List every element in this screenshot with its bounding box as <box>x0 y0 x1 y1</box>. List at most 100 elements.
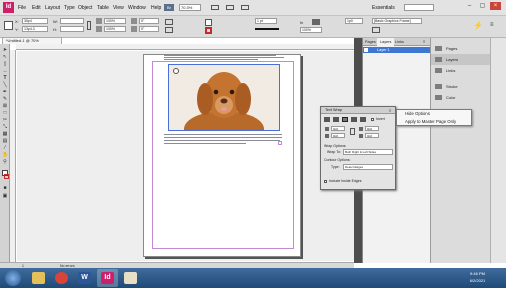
line-tool-icon[interactable]: ╲ <box>2 83 8 88</box>
free-transform-tool-icon[interactable]: ⤡ <box>2 125 8 130</box>
fill-swatch-icon[interactable] <box>205 19 212 26</box>
eyedropper-tool-icon[interactable]: ⁄ <box>2 146 8 151</box>
pen-tool-icon[interactable]: ✒ <box>2 90 8 95</box>
note-tool-icon[interactable]: ▤ <box>2 139 8 144</box>
document-tab[interactable]: *Untitled-1 @ 70% <box>2 37 62 44</box>
direct-selection-tool-icon[interactable]: ↖ <box>2 55 8 60</box>
jump-object-icon[interactable] <box>351 117 357 122</box>
rotate-field[interactable]: 0° <box>139 18 159 24</box>
scale-y-field[interactable]: 100% <box>104 26 126 32</box>
tab-links[interactable]: Links <box>395 39 404 45</box>
panel-menu-icon[interactable]: ≡ <box>490 21 496 29</box>
lightning-icon[interactable]: ⚡ <box>473 21 483 30</box>
include-inside-edges-checkbox[interactable] <box>324 180 327 183</box>
inset-field[interactable]: 1p0 <box>345 18 363 24</box>
object-style-dropdown[interactable]: [Basic Graphics Frame] <box>372 18 422 24</box>
maximize-button[interactable]: ▢ <box>477 2 488 10</box>
invert-checkbox[interactable] <box>371 118 374 121</box>
menu-type[interactable]: Type <box>64 5 75 11</box>
scissors-tool-icon[interactable]: ✂ <box>2 118 8 123</box>
rectangle-tool-icon[interactable]: □ <box>2 111 8 116</box>
taskbar-word[interactable]: W <box>74 269 95 287</box>
eye-icon[interactable] <box>364 48 368 52</box>
zoom-level[interactable]: 70.3% <box>179 4 201 11</box>
fit-content-icon[interactable] <box>372 27 380 33</box>
text-frame-outport[interactable] <box>278 141 282 145</box>
taskbar-chrome[interactable] <box>51 269 72 287</box>
menu-edit[interactable]: Edit <box>32 5 41 11</box>
tab-pages[interactable]: Pages <box>365 39 376 45</box>
zoom-tool-icon[interactable]: ⚲ <box>2 160 8 165</box>
x-field[interactable]: 35p4 <box>22 18 48 24</box>
jump-next-column-icon[interactable] <box>360 117 366 122</box>
w-field[interactable] <box>60 18 84 24</box>
panel-button-pages[interactable]: Pages <box>431 43 491 54</box>
pencil-tool-icon[interactable]: ✎ <box>2 97 8 102</box>
link-offsets-icon[interactable] <box>350 128 355 135</box>
opacity-field[interactable]: 100% <box>300 27 322 33</box>
selection-tool-icon[interactable]: ➤ <box>2 48 8 53</box>
stroke-type-line[interactable] <box>255 28 279 30</box>
bridge-button[interactable]: Br <box>164 4 174 11</box>
arrange-documents-icon[interactable] <box>241 5 249 10</box>
menu-layout[interactable]: Layout <box>45 5 60 11</box>
reference-point-icon[interactable] <box>4 21 13 30</box>
type-tool-icon[interactable]: T <box>2 76 8 81</box>
right-offset-field[interactable]: 0p0 <box>365 133 379 138</box>
panel-button-stroke[interactable]: Stroke <box>431 81 491 92</box>
text-wrap-title[interactable]: Text Wrap <box>321 107 395 114</box>
page-tool-icon[interactable]: ▯ <box>2 62 8 67</box>
shear-field[interactable]: 0° <box>139 26 159 32</box>
panel-menu-button[interactable]: ≡ <box>389 108 391 113</box>
scale-x-field[interactable]: 100% <box>104 18 126 24</box>
tab-layers[interactable]: Layers <box>377 38 395 46</box>
constrain-proportions-icon[interactable] <box>87 21 91 30</box>
menu-item-hide-options[interactable]: Hide Options <box>397 110 471 118</box>
start-button[interactable] <box>5 270 21 286</box>
menu-view[interactable]: View <box>113 5 124 11</box>
panel-button-layers[interactable]: Layers <box>431 54 491 65</box>
wrap-object-shape-icon[interactable] <box>342 117 348 122</box>
menu-help[interactable]: Help <box>151 5 161 11</box>
panel-button-links[interactable]: Links <box>431 65 491 76</box>
flip-vertical-icon[interactable] <box>165 27 173 33</box>
menu-object[interactable]: Object <box>78 5 92 11</box>
flip-horizontal-icon[interactable] <box>165 19 173 25</box>
gap-tool-icon[interactable]: ↔ <box>2 69 8 74</box>
workspace-switcher[interactable]: Essentials <box>372 5 395 11</box>
stroke-swatch-icon[interactable] <box>205 27 212 34</box>
taskbar-indesign[interactable]: Id <box>97 269 118 287</box>
fx-label[interactable]: fx <box>300 20 303 25</box>
screen-mode-icon[interactable] <box>226 5 234 10</box>
top-offset-field[interactable]: 0p0 <box>331 126 345 131</box>
taskbar-paint[interactable] <box>120 269 141 287</box>
taskbar-clock[interactable]: 9:46 PM 6/2/2021 <box>455 270 500 286</box>
stroke-icon[interactable] <box>4 174 9 179</box>
taskbar-explorer[interactable] <box>28 269 49 287</box>
minimize-button[interactable]: – <box>464 2 475 10</box>
image-frame[interactable] <box>168 64 280 131</box>
normal-mode-icon[interactable]: ▣ <box>2 194 8 199</box>
menu-file[interactable]: File <box>18 5 26 11</box>
panel-menu-icon[interactable]: ≡ <box>423 39 425 45</box>
stroke-weight-field[interactable]: 1 pt <box>255 18 277 24</box>
panel-button-color[interactable]: Color <box>431 92 491 103</box>
rectangle-frame-tool-icon[interactable]: ⊠ <box>2 104 8 109</box>
view-options-icon[interactable] <box>211 5 219 10</box>
bottom-offset-field[interactable]: 0p0 <box>331 133 345 138</box>
menu-table[interactable]: Table <box>97 5 109 11</box>
tray-icons[interactable] <box>395 274 450 282</box>
hand-tool-icon[interactable]: ✋ <box>2 153 8 158</box>
y-field[interactable]: 13p4.3 <box>22 26 48 32</box>
no-wrap-icon[interactable] <box>324 117 330 122</box>
wrap-bounding-box-icon[interactable] <box>333 117 339 122</box>
search-field[interactable] <box>404 4 434 11</box>
h-field[interactable] <box>60 26 84 32</box>
close-button[interactable]: × <box>490 2 501 10</box>
layer-row[interactable]: Layer 1 <box>363 47 431 53</box>
content-grabber-icon[interactable] <box>173 68 179 74</box>
apply-color-icon[interactable]: ■ <box>2 186 8 191</box>
menu-window[interactable]: Window <box>128 5 146 11</box>
contour-type-dropdown[interactable]: Detect Edges <box>343 164 393 170</box>
menu-item-apply-to-master-page-only[interactable]: Apply to Master Page Only <box>397 118 471 126</box>
